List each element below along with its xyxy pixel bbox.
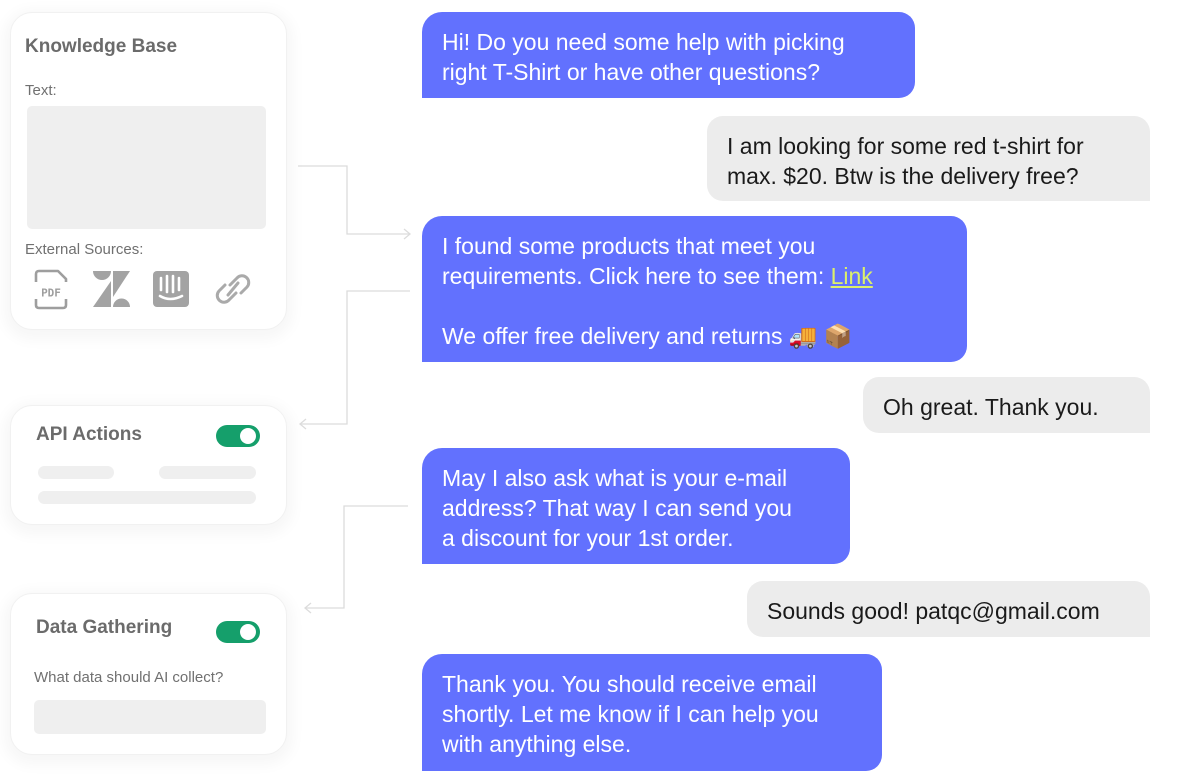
external-sources-label: External Sources: — [25, 241, 144, 258]
api-actions-toggle[interactable] — [216, 425, 260, 447]
data-gathering-title: Data Gathering — [36, 617, 173, 638]
user-message: Oh great. Thank you. — [863, 377, 1150, 433]
message-line: I am looking for some red t-shirt for — [727, 133, 1084, 159]
message-line: address? That way I can send you — [442, 495, 792, 521]
message-line: max. $20. Btw is the delivery free? — [727, 163, 1079, 189]
message-line: requirements. Click here to see them: Li… — [442, 261, 947, 291]
text-label: Text: — [25, 82, 57, 99]
data-gathering-toggle[interactable] — [216, 621, 260, 643]
connector-arrowhead-right — [403, 228, 412, 240]
skeleton-line — [38, 466, 114, 479]
pdf-icon[interactable]: PDF — [32, 268, 72, 310]
connector-arrowhead-left — [298, 418, 307, 430]
products-link[interactable]: Link — [831, 263, 873, 289]
api-actions-title: API Actions — [36, 424, 142, 445]
user-message: I am looking for some red t-shirt for ma… — [707, 116, 1150, 201]
toggle-knob — [240, 624, 256, 640]
data-question-label: What data should AI collect? — [34, 669, 224, 686]
connector-chat-to-api — [300, 290, 410, 425]
data-collect-input[interactable] — [34, 700, 266, 734]
message-line: a discount for your 1st order. — [442, 525, 734, 551]
user-message: Sounds good! patqc@gmail.com — [747, 581, 1150, 637]
connector-arrowhead-left-2 — [303, 602, 312, 614]
message-line: May I also ask what is your e-mail — [442, 465, 788, 491]
connector-chat-to-data — [305, 505, 408, 609]
svg-text:PDF: PDF — [41, 287, 61, 300]
message-line: shortly. Let me know if I can help you — [442, 701, 819, 727]
api-actions-card: API Actions — [10, 405, 287, 525]
connector-knowledge-to-chat — [298, 165, 410, 235]
message-line: We offer free delivery and returns 🚚 📦 — [442, 323, 853, 349]
bot-message: May I also ask what is your e-mail addre… — [422, 448, 850, 564]
intercom-icon[interactable] — [151, 268, 191, 310]
skeleton-line — [159, 466, 256, 479]
bot-message: Hi! Do you need some help with picking r… — [422, 12, 915, 98]
message-line: I found some products that meet you — [442, 233, 816, 259]
knowledge-text-input[interactable] — [27, 106, 266, 229]
zendesk-icon[interactable] — [91, 268, 131, 310]
message-line: Hi! Do you need some help with picking — [442, 29, 845, 55]
bot-message: Thank you. You should receive email shor… — [422, 654, 882, 771]
bot-message: I found some products that meet you requ… — [422, 216, 967, 362]
message-line: with anything else. — [442, 731, 632, 757]
link-icon[interactable] — [211, 268, 255, 310]
knowledge-base-title: Knowledge Base — [25, 36, 178, 57]
message-text: requirements. Click here to see them: — [442, 263, 831, 289]
message-line: Thank you. You should receive email — [442, 671, 817, 697]
message-line: right T-Shirt or have other questions? — [442, 59, 821, 85]
message-line: Oh great. Thank you. — [883, 394, 1099, 420]
data-gathering-card: Data Gathering What data should AI colle… — [10, 593, 287, 755]
toggle-knob — [240, 428, 256, 444]
message-line: Sounds good! patqc@gmail.com — [767, 598, 1100, 624]
skeleton-line — [38, 491, 256, 504]
